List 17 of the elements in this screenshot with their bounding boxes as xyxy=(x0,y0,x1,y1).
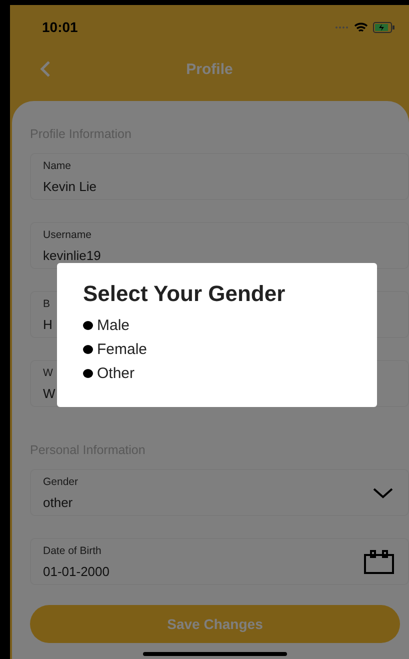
bullet-icon xyxy=(83,321,93,330)
dialog-title: Select Your Gender xyxy=(83,281,286,307)
status-time: 10:01 xyxy=(42,19,78,35)
wifi-icon xyxy=(354,22,368,32)
bullet-icon xyxy=(83,345,93,354)
chevron-down-icon[interactable] xyxy=(372,486,394,498)
gender-option[interactable]: Female xyxy=(97,341,148,358)
battery-icon xyxy=(373,22,395,32)
input-field[interactable]: Date of Birth 01-01-2000 xyxy=(30,538,409,585)
input-field[interactable]: Name Kevin Lie xyxy=(30,153,409,200)
gender-option[interactable]: Male xyxy=(97,317,130,334)
page-title: Profile xyxy=(186,60,233,78)
dropdown-field[interactable]: Gender other xyxy=(30,469,409,516)
calendar-icon[interactable] xyxy=(364,550,394,574)
bullet-icon xyxy=(83,369,93,378)
gender-option[interactable]: Other xyxy=(97,365,135,382)
signal-icon xyxy=(335,26,349,28)
